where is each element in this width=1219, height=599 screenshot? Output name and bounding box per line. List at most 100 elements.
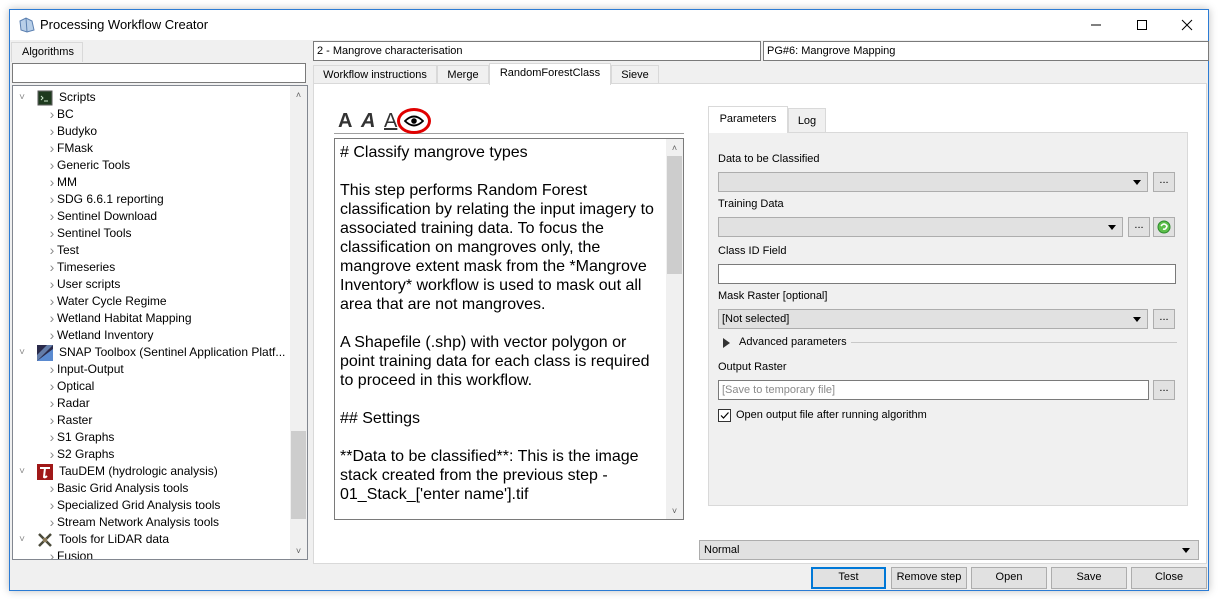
underline-button[interactable]: A: [384, 110, 397, 132]
dropdown-arrow-icon: [1133, 317, 1141, 322]
tab-log[interactable]: Log: [788, 108, 826, 132]
minimize-button[interactable]: [1073, 10, 1119, 40]
scroll-thumb[interactable]: [667, 156, 682, 274]
chevron-right-icon[interactable]: ›: [47, 276, 57, 293]
chevron-right-icon[interactable]: ›: [47, 378, 57, 395]
tree-label: Wetland Inventory: [57, 328, 154, 342]
tree-label: Radar: [57, 396, 90, 410]
chevron-right-icon[interactable]: ›: [47, 548, 57, 559]
data-to-classify-browse-button[interactable]: ...: [1153, 172, 1175, 192]
chevron-right-icon[interactable]: ›: [47, 361, 57, 378]
algorithm-search-input[interactable]: [12, 63, 306, 83]
chevron-right-icon[interactable]: ›: [47, 429, 57, 446]
chevron-down-icon[interactable]: ˅: [17, 531, 27, 548]
chevron-right-icon[interactable]: ›: [47, 140, 57, 157]
chevron-right-icon[interactable]: ›: [47, 157, 57, 174]
data-to-classify-combo[interactable]: [718, 172, 1148, 192]
tab-workflow-instructions[interactable]: Workflow instructions: [313, 65, 437, 84]
tree-label: Tools for LiDAR data: [59, 532, 170, 546]
class-id-field-input[interactable]: [718, 264, 1176, 284]
mask-raster-label: Mask Raster [optional]: [718, 290, 828, 302]
output-raster-label: Output Raster: [718, 361, 787, 373]
scroll-down-icon[interactable]: ˅: [290, 542, 307, 559]
close-button[interactable]: Close: [1131, 567, 1207, 589]
save-button[interactable]: Save: [1051, 567, 1127, 589]
dropdown-arrow-icon: [1108, 225, 1116, 230]
scroll-thumb[interactable]: [291, 431, 306, 519]
tab-parameters[interactable]: Parameters: [708, 106, 788, 133]
chevron-right-icon[interactable]: ›: [47, 208, 57, 225]
chevron-right-icon[interactable]: ›: [47, 191, 57, 208]
chevron-right-icon[interactable]: ›: [47, 497, 57, 514]
tree-label: SNAP Toolbox (Sentinel Application Platf…: [59, 345, 286, 359]
tree-label: Timeseries: [57, 260, 116, 274]
tree-label: Specialized Grid Analysis tools: [57, 498, 221, 512]
chevron-right-icon[interactable]: ›: [47, 242, 57, 259]
chevron-down-icon[interactable]: ˅: [17, 463, 27, 480]
step-name-field[interactable]: 2 - Mangrove characterisation: [313, 41, 761, 61]
italic-button[interactable]: A: [361, 110, 375, 132]
chevron-right-icon[interactable]: ›: [47, 446, 57, 463]
mode-combo[interactable]: Normal: [699, 540, 1199, 560]
app-icon: [19, 17, 35, 33]
mask-raster-combo[interactable]: [Not selected]: [718, 309, 1148, 329]
eye-icon[interactable]: [404, 115, 424, 127]
close-window-button[interactable]: [1164, 10, 1210, 40]
data-to-classify-label: Data to be Classified: [718, 153, 820, 165]
bold-button[interactable]: A: [338, 110, 352, 132]
instructions-text[interactable]: # Classify mangrove types This step perf…: [340, 143, 665, 504]
chevron-right-icon[interactable]: ›: [47, 395, 57, 412]
scroll-up-icon[interactable]: ˄: [290, 86, 307, 103]
instructions-editor[interactable]: # Classify mangrove types This step perf…: [334, 138, 684, 520]
training-data-browse-button[interactable]: ...: [1128, 217, 1150, 237]
tab-merge[interactable]: Merge: [437, 65, 489, 84]
chevron-right-icon[interactable]: ›: [47, 293, 57, 310]
editor-scrollbar[interactable]: ˄ ˅: [666, 139, 683, 519]
chevron-right-icon[interactable]: ›: [47, 480, 57, 497]
terminal-icon: [37, 90, 53, 106]
chevron-right-icon[interactable]: ›: [47, 412, 57, 429]
chevron-right-icon[interactable]: ›: [47, 225, 57, 242]
scroll-up-icon[interactable]: ˄: [666, 139, 683, 156]
chevron-right-icon[interactable]: ›: [47, 174, 57, 191]
open-output-checkbox[interactable]: [718, 409, 731, 422]
algorithm-tree: › Fusion ˅ Tools for LiDAR data › Stream Netw…: [12, 85, 308, 560]
tree-scrollbar[interactable]: ˄ ˅: [290, 86, 307, 559]
chevron-down-icon[interactable]: ˅: [17, 344, 27, 361]
tree-label: Sentinel Tools: [57, 226, 132, 240]
advanced-parameters-label: Advanced parameters: [739, 336, 847, 348]
tree-label: S1 Graphs: [57, 430, 115, 444]
tab-algorithms[interactable]: Algorithms: [11, 42, 83, 62]
tree-label: Fusion: [57, 549, 94, 560]
chevron-right-icon[interactable]: ›: [47, 123, 57, 140]
open-button[interactable]: Open: [971, 567, 1047, 589]
training-data-label: Training Data: [718, 198, 784, 210]
tab-randomforestclass[interactable]: RandomForestClass: [489, 63, 611, 85]
chevron-right-icon[interactable]: ›: [47, 259, 57, 276]
scroll-down-icon[interactable]: ˅: [666, 502, 683, 519]
tab-sieve[interactable]: Sieve: [611, 65, 659, 84]
markdown-toolbar: A A A: [334, 108, 684, 134]
mask-raster-browse-button[interactable]: ...: [1153, 309, 1175, 329]
chevron-down-icon[interactable]: ˅: [17, 89, 27, 106]
tree-label: Budyko: [57, 124, 98, 138]
taudem-icon: [37, 464, 53, 480]
maximize-button[interactable]: [1119, 10, 1165, 40]
remove-step-button[interactable]: Remove step: [891, 567, 967, 589]
workflow-name-field[interactable]: PG#6: Mangrove Mapping: [763, 41, 1209, 61]
test-button[interactable]: Test: [811, 567, 886, 589]
training-data-combo[interactable]: [718, 217, 1123, 237]
tree-label: Input-Output: [57, 362, 124, 376]
chevron-right-icon[interactable]: ›: [47, 106, 57, 123]
chevron-right-icon[interactable]: ›: [47, 327, 57, 344]
refresh-button[interactable]: [1153, 217, 1175, 237]
checkmark-icon: [720, 412, 729, 419]
chevron-right-icon[interactable]: ›: [47, 514, 57, 531]
tree-label: S2 Graphs: [57, 447, 115, 461]
chevron-right-icon[interactable]: ›: [47, 310, 57, 327]
output-raster-input[interactable]: [Save to temporary file]: [718, 380, 1149, 400]
output-raster-browse-button[interactable]: ...: [1153, 380, 1175, 400]
tree-label: User scripts: [57, 277, 121, 291]
tree-label: BC: [57, 107, 74, 121]
snap-icon: [37, 345, 53, 361]
